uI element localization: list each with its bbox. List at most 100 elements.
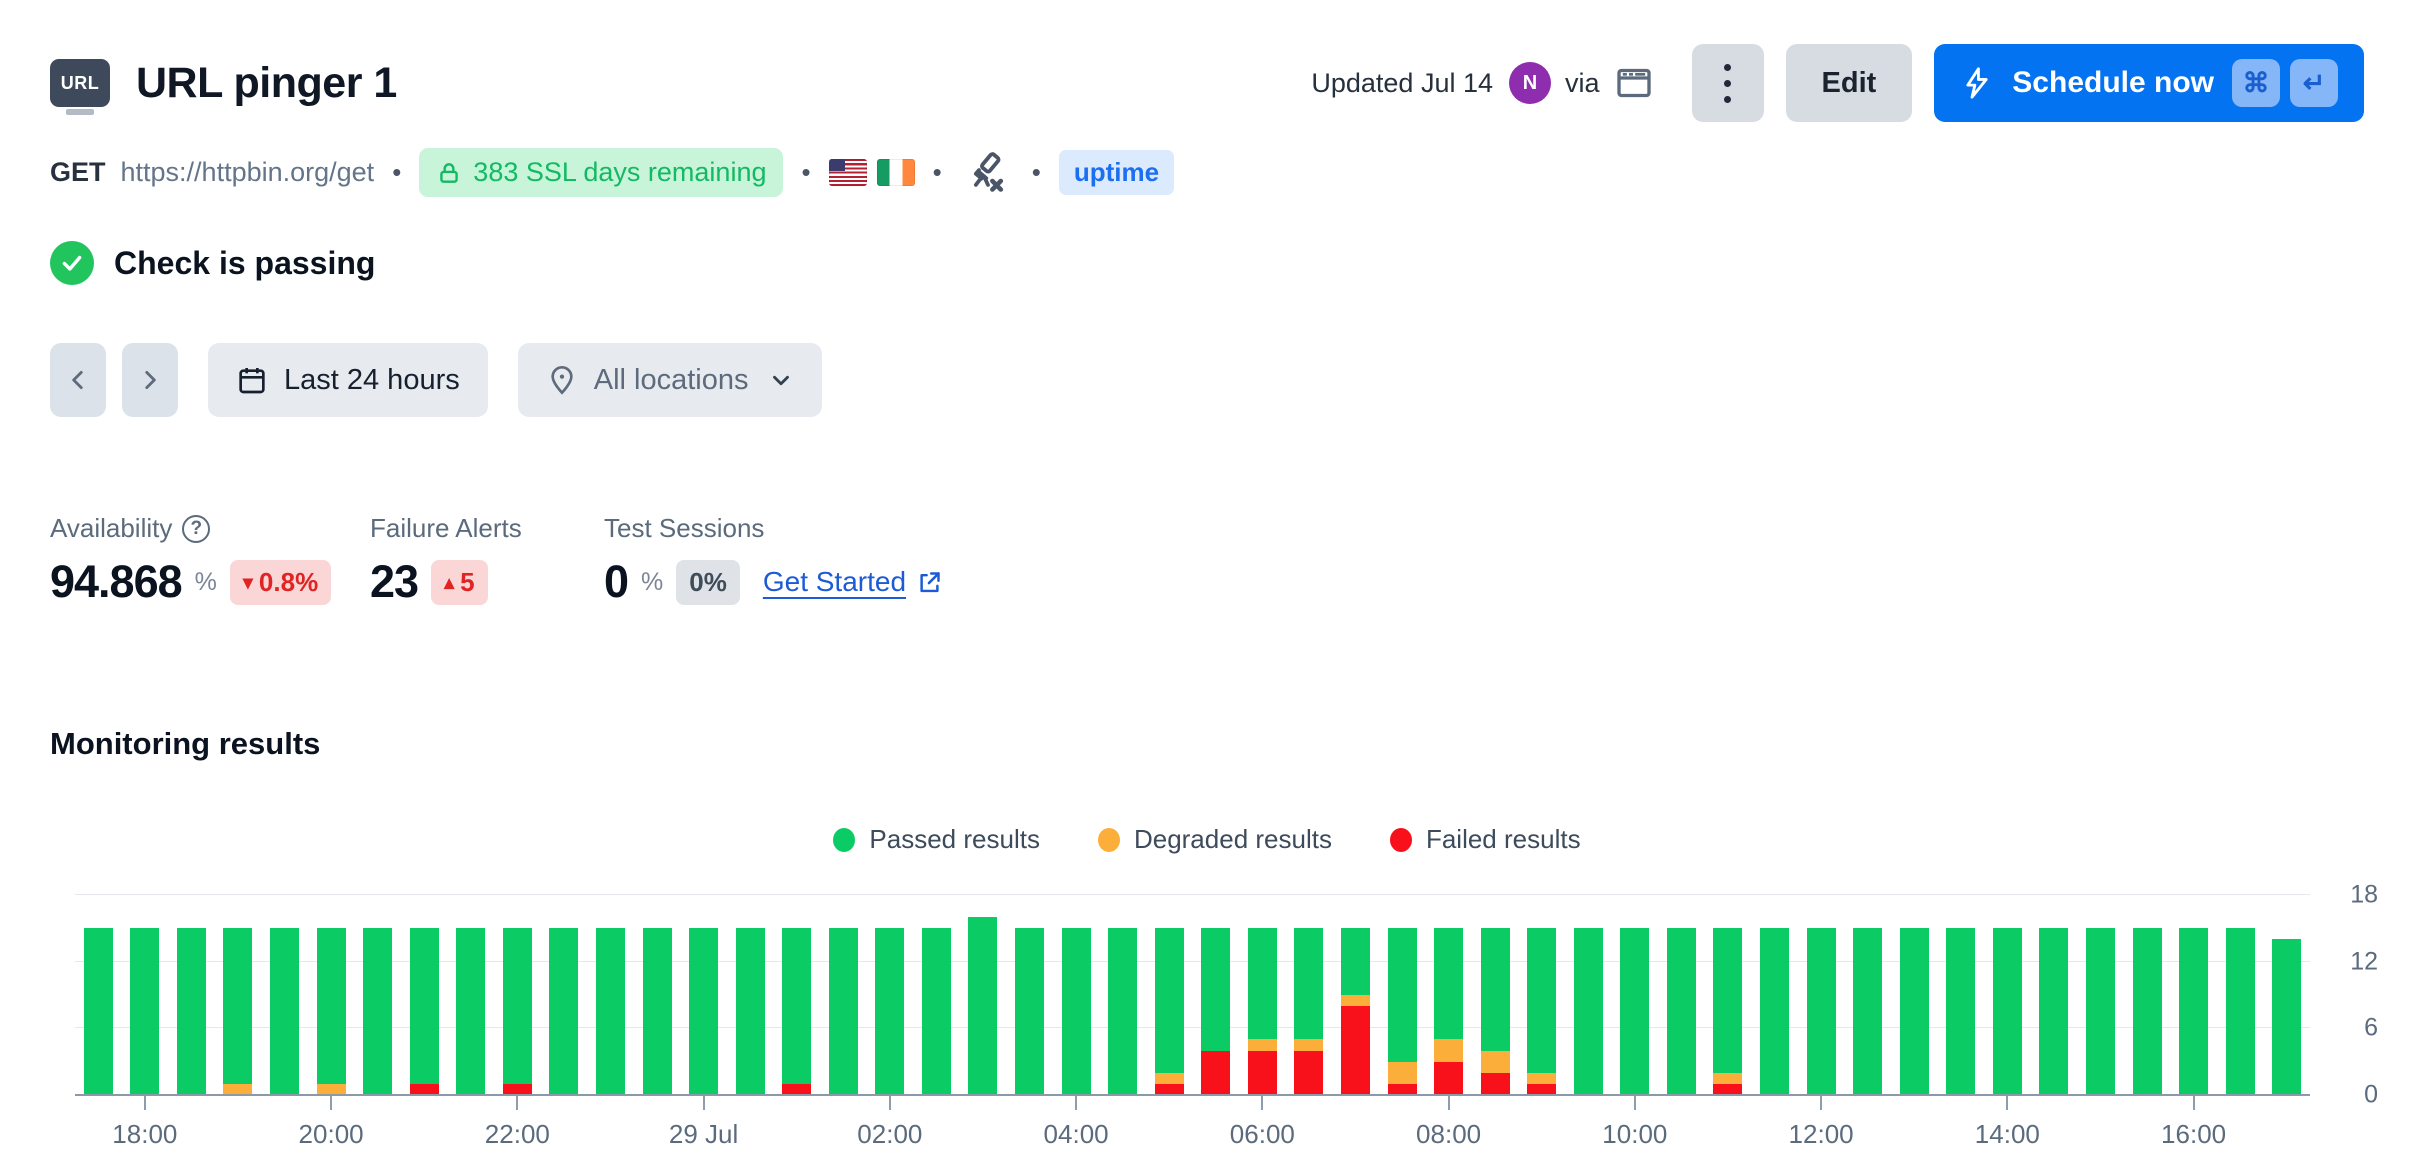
ssl-days-label: 383 SSL days remaining [473, 157, 766, 188]
result-bar [727, 895, 774, 1095]
dot-separator: • [1029, 157, 1044, 188]
stats-row: Availability ? 94.868 % ▾ 0.8% Failure A… [50, 513, 2364, 608]
result-bar [1193, 895, 1240, 1095]
availability-value: 94.868 [50, 556, 182, 608]
check-passing-icon [50, 241, 94, 285]
result-bar [820, 895, 867, 1095]
result-bar [1146, 895, 1193, 1095]
locations-dropdown[interactable]: All locations [518, 343, 823, 417]
schedule-now-button[interactable]: Schedule now ⌘ ↵ [1934, 44, 2364, 122]
result-bar [541, 895, 588, 1095]
updated-label: Updated Jul 14 [1311, 68, 1493, 99]
calendar-icon [236, 364, 268, 396]
page-title: URL pinger 1 [136, 59, 397, 108]
http-method: GET [50, 157, 106, 188]
result-bar [1658, 895, 1705, 1095]
result-bar [2077, 895, 2124, 1095]
chart-legend: Passed results Degraded results Failed res… [50, 824, 2364, 855]
stat-failure-alerts: Failure Alerts 23 ▴ 5 [370, 513, 604, 608]
x-axis-label: 18:00 [112, 1119, 177, 1150]
x-axis-label: 10:00 [1602, 1119, 1667, 1150]
external-link-icon [916, 569, 943, 596]
header-actions: Updated Jul 14 N via Edit Schedule now ⌘… [1311, 44, 2364, 122]
result-bar [1425, 895, 1472, 1095]
x-axis-label: 04:00 [1044, 1119, 1109, 1150]
result-bar [122, 895, 169, 1095]
x-axis-label: 20:00 [299, 1119, 364, 1150]
y-axis-label: 18 [2350, 881, 2378, 910]
result-bar [1099, 895, 1146, 1095]
availability-unit: % [195, 568, 217, 597]
result-bar [1891, 895, 1938, 1095]
x-axis-label: 16:00 [2161, 1119, 2226, 1150]
legend-item-passed: Passed results [833, 824, 1040, 855]
availability-trend-badge: ▾ 0.8% [230, 560, 331, 605]
failure-alerts-trend-badge: ▴ 5 [431, 560, 488, 605]
x-axis-label: 08:00 [1416, 1119, 1481, 1150]
help-icon[interactable]: ? [182, 515, 210, 543]
next-period-button[interactable] [122, 343, 178, 417]
result-bar [448, 895, 495, 1095]
controls-row: Last 24 hours All locations [50, 343, 2364, 417]
result-bar [168, 895, 215, 1095]
result-bar [1798, 895, 1845, 1095]
result-bar [1751, 895, 1798, 1095]
more-options-button[interactable] [1692, 44, 1764, 122]
url-check-type-icon: URL [50, 59, 110, 107]
x-axis-label: 29 Jul [669, 1119, 738, 1150]
location-pin-icon [546, 364, 578, 396]
dot-separator: • [930, 157, 945, 188]
time-range-button[interactable]: Last 24 hours [208, 343, 488, 417]
avatar: N [1509, 62, 1551, 104]
monitoring-chart: 18:0020:0022:0029 Jul02:0004:0006:0008:0… [75, 895, 2310, 1095]
uptime-tag[interactable]: uptime [1059, 150, 1174, 195]
result-bar [1565, 895, 1612, 1095]
lightning-bolt-icon [1960, 66, 1994, 100]
result-bar [773, 895, 820, 1095]
get-started-link[interactable]: Get Started [763, 566, 943, 598]
result-bar [1379, 895, 1426, 1095]
test-sessions-badge: 0% [676, 560, 740, 605]
result-bar [867, 895, 914, 1095]
failure-alerts-value: 23 [370, 556, 418, 608]
header: URL URL pinger 1 Updated Jul 14 N via Ed… [50, 44, 2364, 122]
availability-label: Availability [50, 513, 172, 544]
lock-icon [436, 160, 462, 186]
legend-item-degraded: Degraded results [1098, 824, 1332, 855]
prev-period-button[interactable] [50, 343, 106, 417]
check-meta-row: GET https://httpbin.org/get • 383 SSL da… [50, 148, 2364, 197]
triangle-down-icon: ▾ [243, 570, 253, 595]
via-label: via [1565, 68, 1600, 99]
edit-button[interactable]: Edit [1786, 44, 1913, 122]
chart-x-axis: 18:0020:0022:0029 Jul02:0004:0006:0008:0… [75, 1095, 2310, 1175]
result-bar [1006, 895, 1053, 1095]
x-axis-label: 12:00 [1789, 1119, 1854, 1150]
legend-item-failed: Failed results [1390, 824, 1581, 855]
us-flag-icon [829, 159, 867, 186]
y-axis-label: 0 [2364, 1081, 2378, 1110]
x-axis-label: 14:00 [1975, 1119, 2040, 1150]
failure-alerts-label: Failure Alerts [370, 513, 522, 544]
y-axis-label: 12 [2350, 947, 2378, 976]
test-sessions-unit: % [641, 568, 663, 597]
result-bar [1472, 895, 1519, 1095]
result-bar [1984, 895, 2031, 1095]
result-bar [261, 895, 308, 1095]
y-axis-label: 6 [2364, 1014, 2378, 1043]
result-bar [401, 895, 448, 1095]
result-bar [913, 895, 960, 1095]
result-bar [2031, 895, 2078, 1095]
result-bar [494, 895, 541, 1095]
ireland-flag-icon [877, 159, 915, 186]
dot-separator: • [798, 157, 813, 188]
result-bar [2124, 895, 2171, 1095]
result-bar [308, 895, 355, 1095]
status-text: Check is passing [114, 245, 375, 282]
result-bar [215, 895, 262, 1095]
x-axis-label: 22:00 [485, 1119, 550, 1150]
stat-test-sessions: Test Sessions 0 % 0% Get Started [604, 513, 943, 608]
chart-bars [75, 895, 2310, 1095]
result-bar [960, 895, 1007, 1095]
result-bar [587, 895, 634, 1095]
check-overview-page: URL URL pinger 1 Updated Jul 14 N via Ed… [0, 0, 2414, 1095]
